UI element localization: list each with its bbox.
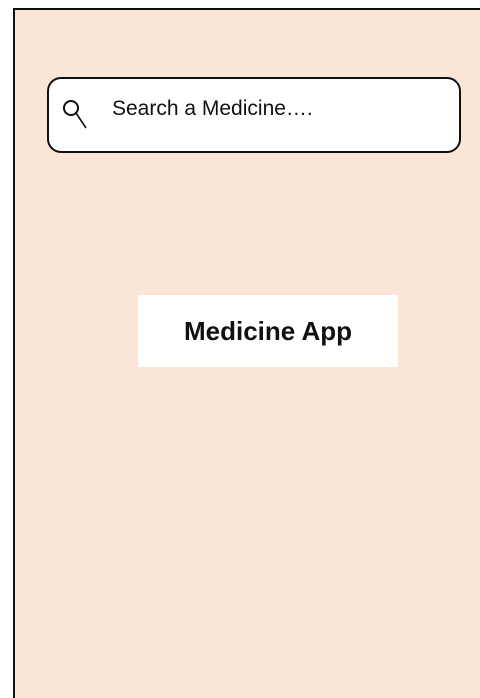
app-screen: Search a Medicine…. Medicine App	[13, 8, 480, 698]
search-bar[interactable]: Search a Medicine….	[47, 77, 461, 153]
search-input[interactable]: Search a Medicine….	[112, 96, 313, 122]
app-title: Medicine App	[183, 315, 353, 346]
search-icon	[63, 100, 87, 129]
title-card: Medicine App	[138, 295, 398, 367]
